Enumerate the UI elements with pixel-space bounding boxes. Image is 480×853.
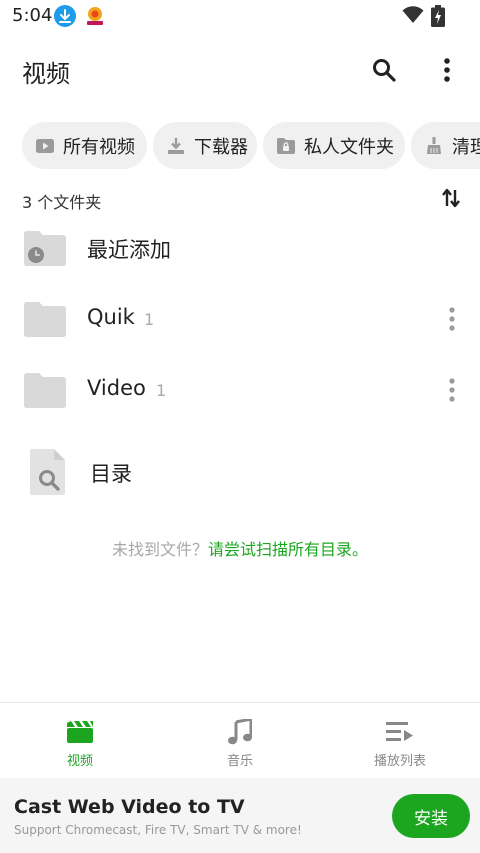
broom-icon (425, 136, 443, 155)
video-clapper-icon (67, 719, 93, 745)
install-button[interactable]: 安装 (392, 794, 470, 838)
chip-label: 下载器 (194, 136, 248, 158)
folder-icon (22, 370, 68, 414)
nav-label: 播放列表 (373, 754, 426, 769)
sort-button[interactable] (438, 184, 464, 212)
recent-folder-icon (22, 228, 68, 272)
folder-row[interactable]: Quik 1 (0, 285, 480, 355)
folder-name: 最近添加 (87, 238, 171, 262)
folder-more-button[interactable] (440, 372, 464, 408)
search-icon (373, 59, 396, 82)
filter-chips: 所有视频 下载器 私人文件夹 清理 (0, 122, 480, 170)
chip-label: 清理 (452, 136, 480, 158)
folder-file-count: 1 (156, 381, 167, 400)
ad-title: Cast Web Video to TV (14, 796, 245, 818)
search-button[interactable] (366, 52, 402, 88)
folder-more-button[interactable] (440, 301, 464, 337)
nav-playlist[interactable]: 播放列表 (320, 703, 480, 779)
battery-charging-icon (431, 5, 445, 31)
folder-icon (22, 299, 68, 343)
directory-name: 目录 (90, 462, 132, 486)
empty-hint-text: 未找到文件？ (111, 540, 208, 559)
chip-private-folder[interactable]: 私人文件夹 (263, 122, 405, 169)
download-notification-icon (54, 5, 76, 27)
chip-cleaner[interactable]: 清理 (411, 122, 480, 169)
folder-name: Video (87, 376, 146, 400)
music-note-icon (228, 719, 252, 745)
folder-name: Quik (87, 305, 135, 329)
chip-all-videos[interactable]: 所有视频 (22, 122, 147, 169)
more-vert-icon (444, 58, 450, 82)
folder-count: 3 个文件夹 (22, 193, 102, 212)
more-vert-icon (449, 378, 455, 402)
bottom-nav: 视频 音乐 播放列表 (0, 702, 480, 778)
nav-label: 音乐 (226, 754, 253, 769)
more-vert-icon (449, 307, 455, 331)
play-box-icon (36, 137, 54, 155)
sort-icon (442, 188, 460, 208)
nav-music[interactable]: 音乐 (160, 703, 320, 779)
empty-hint: 未找到文件？请尝试扫描所有目录。 (0, 536, 480, 560)
scan-all-directories-link[interactable]: 请尝试扫描所有目录。 (208, 540, 368, 559)
ad-subtitle: Support Chromecast, Fire TV, Smart TV & … (14, 823, 302, 837)
download-icon (167, 137, 185, 155)
ad-banner[interactable]: Cast Web Video to TV Support Chromecast,… (0, 778, 480, 853)
nav-videos[interactable]: 视频 (0, 703, 160, 779)
chip-downloader[interactable]: 下载器 (153, 122, 257, 169)
page-title: 视频 (22, 60, 70, 88)
chip-label: 所有视频 (63, 136, 135, 158)
folder-file-count: 1 (144, 310, 155, 329)
chip-label: 私人文件夹 (304, 136, 394, 158)
recently-added-row[interactable]: 最近添加 (0, 214, 480, 284)
app-notification-icon (84, 5, 106, 27)
wifi-icon (402, 6, 424, 28)
directory-row[interactable]: 目录 (0, 438, 480, 508)
folder-row[interactable]: Video 1 (0, 356, 480, 426)
status-time: 5:04 (12, 5, 53, 26)
more-options-button[interactable] (432, 52, 462, 88)
app-bar: 视频 (0, 40, 480, 100)
file-search-icon (28, 448, 68, 500)
status-bar: 5:04 (0, 0, 480, 32)
nav-label: 视频 (66, 754, 93, 769)
lock-folder-icon (277, 137, 295, 155)
playlist-icon (386, 719, 414, 745)
